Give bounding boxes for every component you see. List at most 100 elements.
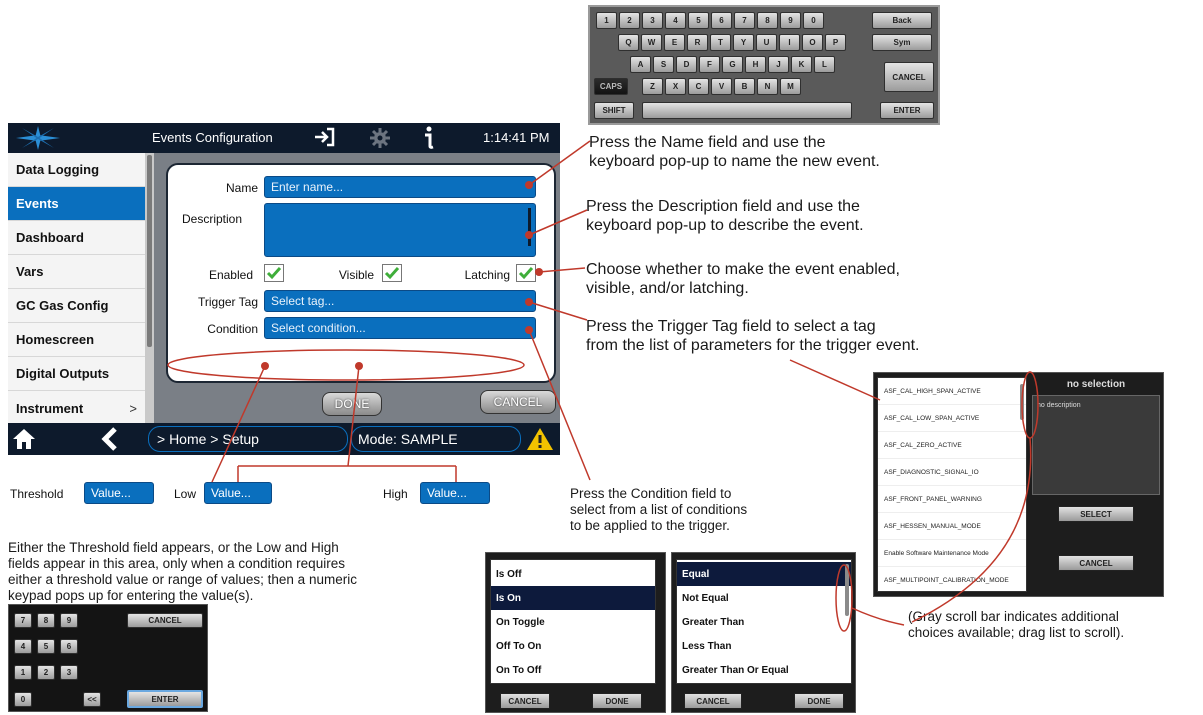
keypad-9[interactable]: 9 — [60, 613, 78, 628]
key-g[interactable]: G — [722, 56, 743, 73]
list-item-less-than[interactable]: Less Than — [677, 634, 851, 658]
list-item-tag[interactable]: ASF_CAL_HIGH_SPAN_ACTIVE — [878, 378, 1026, 405]
key-4[interactable]: 4 — [665, 12, 686, 29]
latching-checkbox[interactable] — [516, 264, 536, 282]
info-icon[interactable] — [420, 125, 436, 156]
key-c[interactable]: C — [688, 78, 709, 95]
breadcrumb[interactable]: > Home > Setup — [148, 426, 348, 452]
list-item-tag[interactable]: Enable Software Maintenance Mode — [878, 540, 1026, 567]
description-field[interactable] — [264, 203, 536, 257]
done-button[interactable]: DONE — [322, 392, 382, 416]
key-1[interactable]: 1 — [596, 12, 617, 29]
key-w[interactable]: W — [641, 34, 662, 51]
key-y[interactable]: Y — [733, 34, 754, 51]
key-cancel[interactable]: CANCEL — [884, 62, 934, 92]
keypad-cancel[interactable]: CANCEL — [127, 613, 203, 628]
condition-cancel-button[interactable]: CANCEL — [684, 693, 742, 709]
list-item-greater-than-or-equal[interactable]: Greater Than Or Equal — [677, 658, 851, 682]
sidebar-scrollbar[interactable] — [145, 153, 154, 423]
key-m[interactable]: M — [780, 78, 801, 95]
key-a[interactable]: A — [630, 56, 651, 73]
enabled-checkbox[interactable] — [264, 264, 284, 282]
key-0[interactable]: 0 — [803, 12, 824, 29]
key-9[interactable]: 9 — [780, 12, 801, 29]
visible-checkbox[interactable] — [382, 264, 402, 282]
sidebar-item-dashboard[interactable]: Dashboard — [8, 221, 145, 255]
sidebar-item-data-logging[interactable]: Data Logging — [8, 153, 145, 187]
key-p[interactable]: P — [825, 34, 846, 51]
keypad-enter[interactable]: ENTER — [127, 690, 203, 708]
key-r[interactable]: R — [687, 34, 708, 51]
key-3[interactable]: 3 — [642, 12, 663, 29]
logout-icon[interactable] — [313, 126, 337, 153]
home-icon[interactable] — [12, 428, 36, 455]
condition-field[interactable]: Select condition... — [264, 317, 536, 339]
key-x[interactable]: X — [665, 78, 686, 95]
key-d[interactable]: D — [676, 56, 697, 73]
sidebar-item-events[interactable]: Events — [8, 187, 145, 221]
sidebar-item-instrument[interactable]: Instrument > — [8, 391, 145, 425]
key-q[interactable]: Q — [618, 34, 639, 51]
key-6[interactable]: 6 — [711, 12, 732, 29]
list-item-on-to-off[interactable]: On To Off — [491, 658, 655, 682]
tag-cancel-button[interactable]: CANCEL — [1058, 555, 1134, 571]
warning-icon[interactable] — [526, 427, 554, 456]
low-field[interactable]: Value... — [204, 482, 272, 504]
keypad-8[interactable]: 8 — [37, 613, 55, 628]
high-field[interactable]: Value... — [420, 482, 490, 504]
list-item-off-to-on[interactable]: Off To On — [491, 634, 655, 658]
keypad-4[interactable]: 4 — [14, 639, 32, 654]
state-cancel-button[interactable]: CANCEL — [500, 693, 550, 709]
sidebar-item-vars[interactable]: Vars — [8, 255, 145, 289]
key-u[interactable]: U — [756, 34, 777, 51]
list-item-is-off[interactable]: Is Off — [491, 562, 655, 586]
list-item-not-equal[interactable]: Not Equal — [677, 586, 851, 610]
keypad-2[interactable]: 2 — [37, 665, 55, 680]
sidebar-item-gc-gas-config[interactable]: GC Gas Config — [8, 289, 145, 323]
back-arrow-icon[interactable] — [100, 427, 120, 456]
keypad-3[interactable]: 3 — [60, 665, 78, 680]
key-t[interactable]: T — [710, 34, 731, 51]
key-enter[interactable]: ENTER — [880, 102, 934, 119]
cancel-button[interactable]: CANCEL — [480, 390, 556, 414]
list-item-tag[interactable]: ASF_CAL_LOW_SPAN_ACTIVE — [878, 405, 1026, 432]
sidebar-item-homescreen[interactable]: Homescreen — [8, 323, 145, 357]
key-v[interactable]: V — [711, 78, 732, 95]
key-b[interactable]: B — [734, 78, 755, 95]
list-item-tag[interactable]: ASF_CAL_ZERO_ACTIVE — [878, 432, 1026, 459]
tag-scrollbar[interactable] — [1020, 384, 1024, 420]
keypad-6[interactable]: 6 — [60, 639, 78, 654]
keypad-backspace[interactable]: << — [83, 692, 101, 707]
keypad-5[interactable]: 5 — [37, 639, 55, 654]
key-s[interactable]: S — [653, 56, 674, 73]
condition-done-button[interactable]: DONE — [794, 693, 844, 709]
key-l[interactable]: L — [814, 56, 835, 73]
list-item-is-on[interactable]: Is On — [491, 586, 655, 610]
key-k[interactable]: K — [791, 56, 812, 73]
sidebar-item-digital-outputs[interactable]: Digital Outputs — [8, 357, 145, 391]
state-done-button[interactable]: DONE — [592, 693, 642, 709]
list-item-tag[interactable]: ASF_MULTIPOINT_CALIBRATION_MODE — [878, 567, 1026, 591]
key-shift[interactable]: SHIFT — [594, 102, 634, 119]
trigger-tag-field[interactable]: Select tag... — [264, 290, 536, 312]
key-8[interactable]: 8 — [757, 12, 778, 29]
key-f[interactable]: F — [699, 56, 720, 73]
list-item-on-toggle[interactable]: On Toggle — [491, 610, 655, 634]
keypad-1[interactable]: 1 — [14, 665, 32, 680]
list-item-equal[interactable]: Equal — [677, 562, 851, 586]
key-h[interactable]: H — [745, 56, 766, 73]
threshold-field[interactable]: Value... — [84, 482, 154, 504]
list-item-tag[interactable]: ASF_DIAGNOSTIC_SIGNAL_IO — [878, 459, 1026, 486]
key-j[interactable]: J — [768, 56, 789, 73]
keypad-7[interactable]: 7 — [14, 613, 32, 628]
key-7[interactable]: 7 — [734, 12, 755, 29]
key-z[interactable]: Z — [642, 78, 663, 95]
condition-scrollbar[interactable] — [845, 564, 849, 616]
key-sym[interactable]: Sym — [872, 34, 932, 51]
key-back[interactable]: Back — [872, 12, 932, 29]
key-o[interactable]: O — [802, 34, 823, 51]
scrollbar-thumb[interactable] — [147, 155, 152, 347]
key-i[interactable]: I — [779, 34, 800, 51]
keypad-0[interactable]: 0 — [14, 692, 32, 707]
list-item-greater-than[interactable]: Greater Than — [677, 610, 851, 634]
